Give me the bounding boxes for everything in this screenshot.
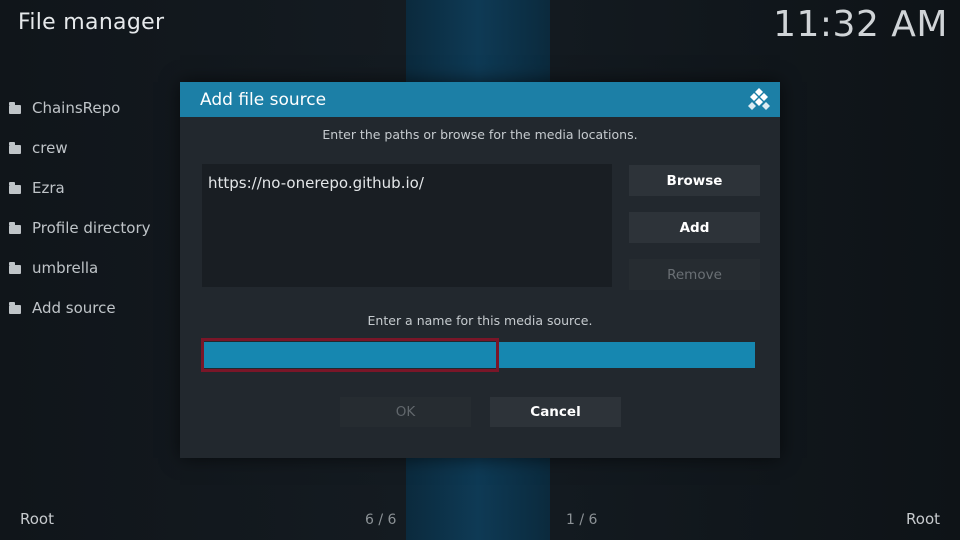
source-list: ChainsRepo crew Ezra Profile directory u…: [9, 88, 179, 328]
sidebar-item-profile-directory[interactable]: Profile directory: [9, 208, 179, 248]
folder-icon: [9, 141, 21, 154]
path-list[interactable]: https://no-onerepo.github.io/: [202, 164, 612, 287]
cancel-button[interactable]: Cancel: [490, 397, 621, 427]
clock: 11:32 AM: [773, 4, 948, 45]
sidebar-item-label: ChainsRepo: [32, 99, 121, 117]
folder-icon: [9, 301, 21, 314]
footer-right-count: 1 / 6: [566, 512, 598, 528]
kodi-logo-icon: [748, 88, 770, 110]
add-button[interactable]: Add: [629, 212, 760, 243]
sidebar-item-crew[interactable]: crew: [9, 128, 179, 168]
source-name-field[interactable]: [202, 342, 755, 368]
footer-right-path: Root: [906, 510, 940, 528]
ok-button[interactable]: OK: [340, 397, 471, 427]
sidebar-item-add-source[interactable]: Add source: [9, 288, 179, 328]
sidebar-item-label: Profile directory: [32, 219, 151, 237]
folder-icon: [9, 101, 21, 114]
sidebar-item-label: Ezra: [32, 179, 65, 197]
sidebar-item-chainsrepo[interactable]: ChainsRepo: [9, 88, 179, 128]
sidebar-item-umbrella[interactable]: umbrella: [9, 248, 179, 288]
sidebar-item-label: crew: [32, 139, 68, 157]
paths-hint: Enter the paths or browse for the media …: [322, 127, 638, 142]
dialog-title: Add file source: [200, 89, 327, 110]
remove-button[interactable]: Remove: [629, 259, 760, 290]
folder-icon: [9, 261, 21, 274]
name-hint: Enter a name for this media source.: [367, 313, 593, 328]
sidebar-item-ezra[interactable]: Ezra: [9, 168, 179, 208]
folder-icon: [9, 181, 21, 194]
sidebar-item-label: Add source: [32, 299, 116, 317]
folder-icon: [9, 221, 21, 234]
browse-button[interactable]: Browse: [629, 165, 760, 196]
sidebar-item-label: umbrella: [32, 259, 99, 277]
footer-left-count: 6 / 6: [365, 512, 397, 528]
footer-left-path: Root: [20, 510, 54, 528]
path-entry[interactable]: https://no-onerepo.github.io/: [208, 174, 424, 192]
app-title: File manager: [18, 10, 165, 35]
dialog-header: Add file source: [180, 82, 780, 117]
add-file-source-dialog: Add file source Enter the paths or brows…: [180, 82, 780, 458]
